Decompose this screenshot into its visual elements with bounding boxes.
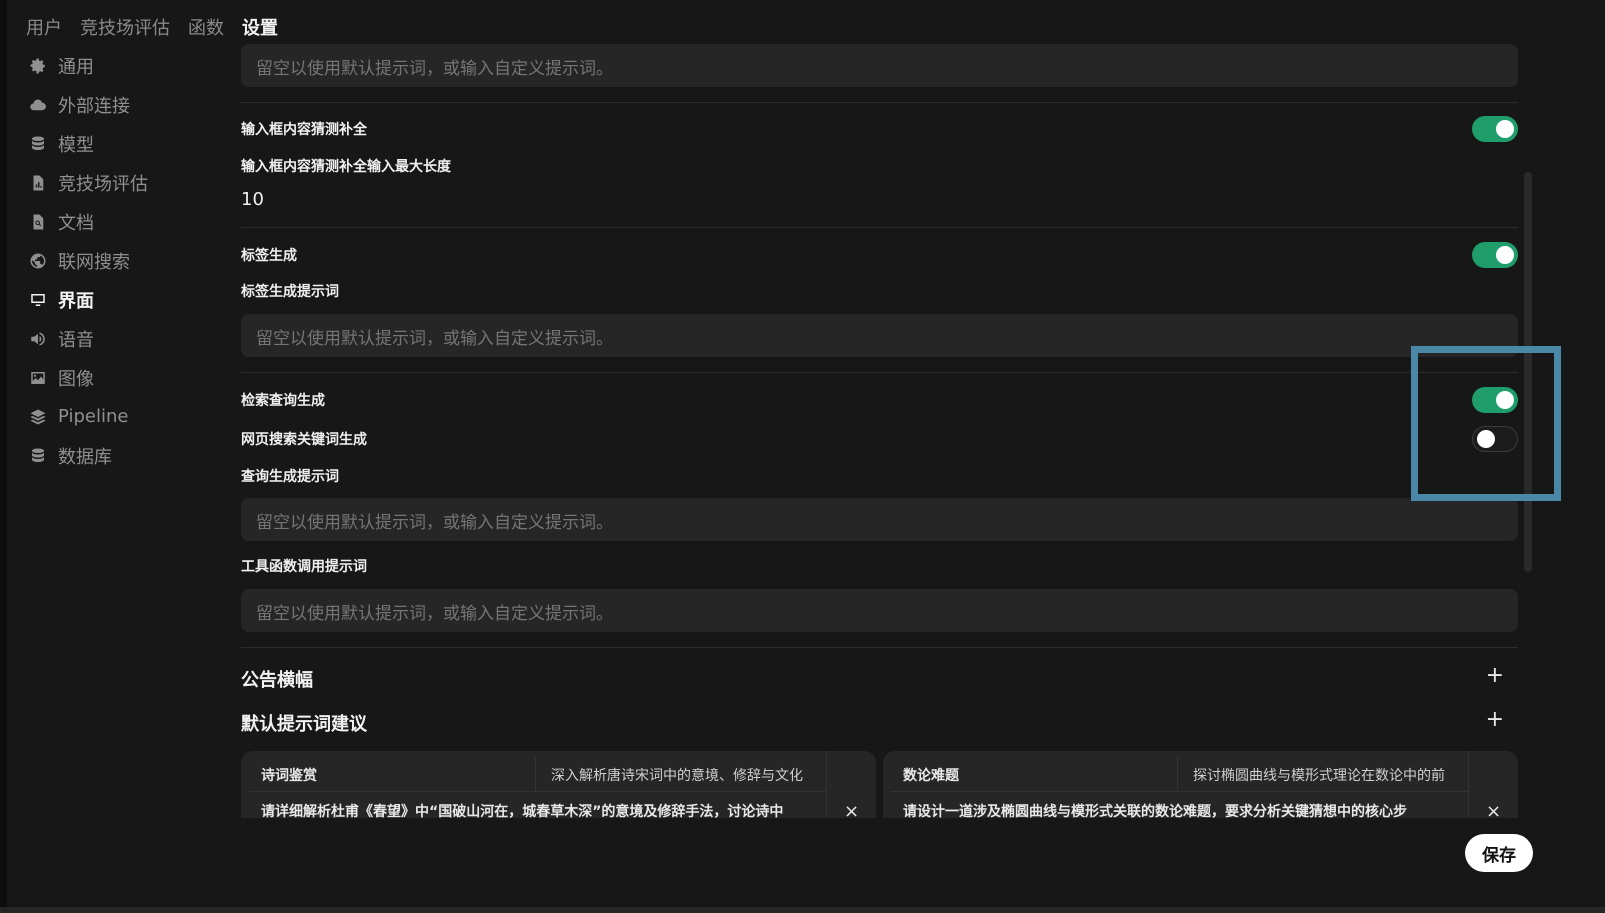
suggestion-title-input[interactable]: 数论难题 xyxy=(903,765,959,785)
divider xyxy=(241,102,1518,103)
sidebar-item-images[interactable]: 图像 xyxy=(28,358,218,397)
banner-section-title: 公告横幅 xyxy=(241,670,313,691)
sidebar-item-label: 模型 xyxy=(58,134,94,156)
image-icon xyxy=(28,368,48,388)
sidebar-item-connections[interactable]: 外部连接 xyxy=(28,85,218,124)
suggestion-prompt-input[interactable]: 请详细解析杜甫《春望》中“国破山河在，城春草木深”的意境及修辞手法，讨论诗中 xyxy=(261,801,821,818)
suggestion-title-input[interactable]: 诗词鉴赏 xyxy=(261,765,317,785)
title-prompt-textarea[interactable] xyxy=(241,44,1518,87)
document-chart-icon xyxy=(28,173,48,193)
tab-arena[interactable]: 竞技场评估 xyxy=(80,14,170,40)
divider xyxy=(249,791,826,792)
tab-settings[interactable]: 设置 xyxy=(242,14,278,40)
sidebar-item-database[interactable]: 数据库 xyxy=(28,436,218,475)
sidebar-item-label: 图像 xyxy=(58,368,94,390)
divider xyxy=(891,791,1468,792)
sidebar-item-general[interactable]: 通用 xyxy=(28,46,218,85)
sidebar-item-label: Pipeline xyxy=(58,406,129,427)
suggestion-card: 数论难题 探讨椭圆曲线与模形式理论在数论中的前 请设计一道涉及椭圆曲线与模形式关… xyxy=(883,751,1518,818)
divider xyxy=(241,647,1518,648)
top-tabs: 用户 竞技场评估 函数 设置 xyxy=(26,14,278,40)
database-icon xyxy=(28,446,48,466)
divider xyxy=(241,227,1518,228)
divider xyxy=(1177,757,1178,791)
add-suggestion-button[interactable]: + xyxy=(1486,709,1504,731)
sidebar-item-audio[interactable]: 语音 xyxy=(28,319,218,358)
highlight-box xyxy=(1411,346,1561,501)
suggestion-subtitle-input[interactable]: 探讨椭圆曲线与模形式理论在数论中的前 xyxy=(1193,765,1463,785)
tab-users[interactable]: 用户 xyxy=(26,14,62,40)
tool-prompt-label: 工具函数调用提示词 xyxy=(241,559,367,575)
divider xyxy=(1468,751,1469,818)
suggestion-subtitle-input[interactable]: 深入解析唐诗宋词中的意境、修辞与文化 xyxy=(551,765,821,785)
suggestions-section-title: 默认提示词建议 xyxy=(241,714,367,735)
toggle-knob xyxy=(1496,246,1514,264)
tag-generation-label: 标签生成 xyxy=(241,248,297,264)
save-button[interactable]: 保存 xyxy=(1465,834,1533,872)
monitor-icon xyxy=(28,290,48,310)
add-banner-button[interactable]: + xyxy=(1486,665,1504,687)
settings-sidebar: 通用 外部连接 模型 竞技场评估 文档 联网搜索 界面 语音 图像 Pipeli… xyxy=(28,46,218,475)
cloud-icon xyxy=(28,95,48,115)
suggestion-card: 诗词鉴赏 深入解析唐诗宋词中的意境、修辞与文化 请详细解析杜甫《春望》中“国破山… xyxy=(241,751,876,818)
sidebar-item-arena[interactable]: 竞技场评估 xyxy=(28,163,218,202)
query-prompt-textarea[interactable] xyxy=(241,498,1518,541)
divider xyxy=(826,751,827,818)
prompt-suggestions: 诗词鉴赏 深入解析唐诗宋词中的意境、修辞与文化 请详细解析杜甫《春望》中“国破山… xyxy=(241,751,1518,818)
sidebar-item-label: 文档 xyxy=(58,212,94,234)
retrieval-query-label: 检索查询生成 xyxy=(241,393,325,409)
document-search-icon xyxy=(28,212,48,232)
web-search-query-label: 网页搜索关键词生成 xyxy=(241,432,367,448)
remove-suggestion-button[interactable]: × xyxy=(1486,801,1501,818)
sidebar-item-label: 外部连接 xyxy=(58,95,130,117)
sidebar-item-web-search[interactable]: 联网搜索 xyxy=(28,241,218,280)
database-icon xyxy=(28,134,48,154)
speaker-icon xyxy=(28,329,48,349)
sidebar-item-pipeline[interactable]: Pipeline xyxy=(28,397,218,436)
sidebar-item-label: 通用 xyxy=(58,56,94,78)
sidebar-item-documents[interactable]: 文档 xyxy=(28,202,218,241)
layers-icon xyxy=(28,407,48,427)
sidebar-item-label: 界面 xyxy=(58,290,94,312)
divider xyxy=(241,372,1518,373)
tab-functions[interactable]: 函数 xyxy=(188,14,224,40)
suggestion-prompt-input[interactable]: 请设计一道涉及椭圆曲线与模形式关联的数论难题，要求分析关键猜想中的核心步 xyxy=(903,801,1463,818)
toggle-knob xyxy=(1496,120,1514,138)
tag-generation-toggle[interactable] xyxy=(1472,242,1518,268)
tag-prompt-textarea[interactable] xyxy=(241,314,1518,357)
tag-prompt-label: 标签生成提示词 xyxy=(241,284,339,300)
sidebar-item-label: 竞技场评估 xyxy=(58,173,148,195)
sidebar-item-label: 联网搜索 xyxy=(58,251,130,273)
autocomplete-max-input[interactable]: 10 xyxy=(241,189,264,210)
remove-suggestion-button[interactable]: × xyxy=(844,801,859,818)
sidebar-item-interface[interactable]: 界面 xyxy=(28,280,218,319)
sidebar-item-label: 语音 xyxy=(58,329,94,351)
tool-prompt-textarea[interactable] xyxy=(241,589,1518,632)
divider xyxy=(535,757,536,791)
sidebar-item-label: 数据库 xyxy=(58,446,112,468)
gear-icon xyxy=(28,56,48,76)
autocomplete-label: 输入框内容猜测补全 xyxy=(241,122,367,138)
window-bottom-edge xyxy=(0,907,1605,913)
sidebar-item-models[interactable]: 模型 xyxy=(28,124,218,163)
autocomplete-max-label: 输入框内容猜测补全输入最大长度 xyxy=(241,159,451,175)
globe-icon xyxy=(28,251,48,271)
window-edge xyxy=(0,0,7,913)
autocomplete-toggle[interactable] xyxy=(1472,116,1518,142)
query-prompt-label: 查询生成提示词 xyxy=(241,469,339,485)
